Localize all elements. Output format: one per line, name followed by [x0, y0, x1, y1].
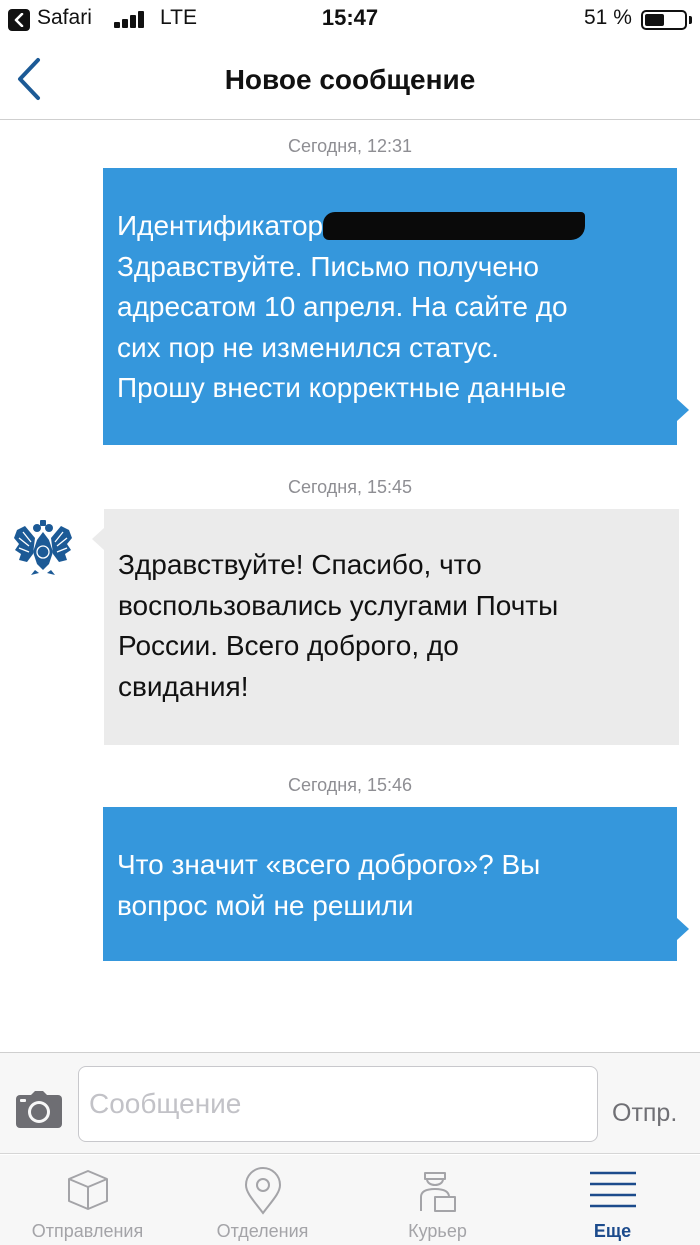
message-text: Идентификатор	[117, 210, 324, 241]
russian-post-eagle-logo	[14, 520, 72, 575]
navigation-bar: Новое сообщение	[0, 40, 700, 120]
bubble-tail	[677, 918, 689, 940]
tab-label: Отделения	[216, 1221, 309, 1241]
tab-shipments[interactable]: Отправления	[0, 1155, 175, 1245]
tab-offices[interactable]: Отделения	[175, 1155, 350, 1245]
message-line: свидания!	[118, 670, 249, 702]
message-line: Здравствуйте. Письмо получено	[117, 250, 539, 282]
parcel-box-icon	[67, 1170, 108, 1210]
battery-tip	[689, 16, 692, 24]
page-title: Новое сообщение	[224, 64, 476, 95]
message-timestamp: Сегодня, 15:46	[287, 775, 413, 795]
tab-bar: Отправления Отделения Курьер Еще	[0, 1155, 700, 1245]
bubble-tail	[677, 399, 689, 421]
message-composer: Отпр.	[0, 1052, 700, 1154]
message-timestamp: Сегодня, 15:45	[287, 477, 413, 497]
message-line: сих пор не изменился статус.	[117, 331, 500, 363]
location-pin-icon	[244, 1167, 281, 1215]
send-button[interactable]: Отпр.	[612, 1099, 677, 1128]
battery-percent: 51 %	[584, 6, 632, 29]
courier-icon	[419, 1172, 456, 1212]
tab-more[interactable]: Еще	[525, 1155, 700, 1245]
message-line: Здравствуйте! Спасибо, что	[118, 549, 482, 580]
message-line: России. Всего доброго, до	[118, 630, 459, 661]
message-input[interactable]	[78, 1066, 598, 1142]
tab-label: Отправления	[31, 1221, 144, 1241]
tab-label: Курьер	[408, 1221, 467, 1241]
message-line: воспользовались услугами Почты	[118, 589, 559, 621]
camera-icon[interactable]	[14, 1091, 64, 1129]
battery-icon	[641, 10, 687, 30]
message-line: адресатом 10 апреля. На сайте до	[117, 291, 568, 322]
status-bar: Safari LTE 15:47 51 %	[0, 0, 700, 40]
outgoing-message-bubble[interactable]: Что значит «всего доброго»? Вы вопрос мо…	[103, 807, 677, 961]
menu-lines-icon	[589, 1171, 636, 1208]
message-line: Что значит «всего доброго»? Вы	[117, 849, 541, 880]
tab-courier[interactable]: Курьер	[350, 1155, 525, 1245]
bubble-tail	[92, 528, 104, 550]
message-timestamp: Сегодня, 12:31	[287, 136, 413, 156]
message-line: Идентификатор	[117, 206, 657, 247]
outgoing-message-bubble[interactable]: Идентификатор Здравствуйте. Письмо получ…	[103, 168, 677, 445]
incoming-message-bubble[interactable]: Здравствуйте! Спасибо, что воспользовали…	[104, 509, 679, 745]
message-line: Прошу внести корректные данные	[117, 372, 567, 403]
tab-label: Еще	[593, 1221, 632, 1241]
message-line: вопрос мой не решили	[117, 889, 414, 921]
redacted-identifier	[323, 212, 586, 240]
